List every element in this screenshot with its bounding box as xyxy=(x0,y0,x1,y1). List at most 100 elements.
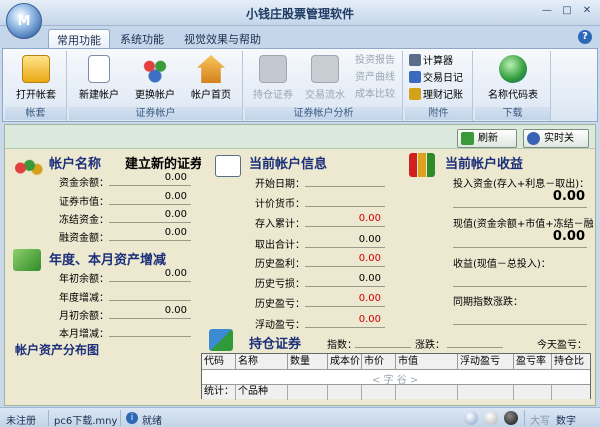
account-name-value: 建立新的证券 xyxy=(125,157,201,172)
underline xyxy=(305,266,385,267)
label-withdrawals-total: 取出合计： xyxy=(255,240,305,251)
switch-account-button[interactable]: 更换帐户 xyxy=(127,54,183,104)
yearly-change-title: 年度、本月资产增减 xyxy=(49,253,167,268)
tab-visual-help[interactable]: 视觉效果与帮助 xyxy=(176,29,269,48)
label-today-pnl: 今天盈亏： xyxy=(537,340,587,351)
invest-report-button[interactable]: 投资报告 xyxy=(355,54,395,68)
label-index-change: 同期指数涨跌： xyxy=(453,297,523,308)
holdings-table-footer: 统计： 个品种 xyxy=(202,384,590,400)
tab-common[interactable]: 常用功能 xyxy=(48,29,110,48)
theme-silver-icon[interactable] xyxy=(484,411,498,425)
open-set-button[interactable]: 打开帐套 xyxy=(8,54,64,104)
status-separator xyxy=(524,410,525,426)
orb-letter: M xyxy=(17,13,31,29)
holdings-button[interactable]: 持仓证券 xyxy=(245,54,301,104)
label-month-start: 月初余额： xyxy=(59,311,109,322)
account-name-title: 帐户名称 xyxy=(49,157,102,172)
value-cash-balance: 0.00 xyxy=(164,172,187,183)
name-code-table-button[interactable]: 名称代码表 xyxy=(479,54,547,104)
footer-cell xyxy=(458,385,514,400)
bar-chart-icon xyxy=(409,153,435,177)
theme-blue-icon[interactable] xyxy=(464,411,478,425)
maximize-button[interactable]: □ xyxy=(558,3,576,19)
close-button[interactable]: ✕ xyxy=(578,3,596,19)
refresh-button[interactable]: 刷新 xyxy=(457,129,517,148)
holdings-table[interactable]: 代码 名称 数量 成本价 市价 市值 浮动盈亏 盈亏率 持仓比 < 字 谷 > … xyxy=(201,353,591,400)
group-label-download: 下载 xyxy=(475,107,550,120)
ribbon: 打开帐套 帐套 新建帐户 更换帐户 帐户首页 证券帐户 持仓证券 交易流水 投资… xyxy=(2,48,598,122)
account-home-button[interactable]: 帐户首页 xyxy=(183,54,239,104)
underline xyxy=(453,247,587,248)
underline xyxy=(109,318,191,319)
help-icon[interactable]: ? xyxy=(578,30,592,44)
underline xyxy=(305,286,385,287)
realtime-label: 实时关 xyxy=(544,133,574,144)
new-account-button[interactable]: 新建帐户 xyxy=(71,54,127,104)
col-code[interactable]: 代码 xyxy=(202,354,236,370)
col-market-value[interactable]: 市值 xyxy=(396,354,458,370)
group-label-account-set: 帐套 xyxy=(5,107,66,120)
col-position-ratio[interactable]: 持仓比 xyxy=(552,354,590,370)
value-frozen-funds: 0.00 xyxy=(164,209,187,220)
group-account-set: 打开帐套 帐套 xyxy=(5,51,67,121)
underline xyxy=(109,222,191,223)
underline xyxy=(305,327,385,328)
col-cost-price[interactable]: 成本价 xyxy=(328,354,362,370)
income-title: 当前帐户收益 xyxy=(445,157,524,172)
col-name[interactable]: 名称 xyxy=(236,354,288,370)
ribbon-tabs: 常用功能 系统功能 视觉效果与帮助 xyxy=(0,26,600,48)
status-separator xyxy=(48,410,49,426)
holdings-label: 持仓证券 xyxy=(253,90,293,101)
group-download: 名称代码表 下载 xyxy=(475,51,551,121)
refresh-icon xyxy=(461,132,474,145)
calculator-label: 计算器 xyxy=(423,56,453,67)
trade-diary-button[interactable]: 交易日记 xyxy=(409,71,463,85)
label-floating-pnl: 浮动盈亏： xyxy=(255,320,305,331)
value-market-value: 0.00 xyxy=(164,191,187,202)
status-num: 数字 xyxy=(556,416,576,427)
cubes-icon xyxy=(209,329,233,351)
window-title: 小钱庄股票管理软件 xyxy=(245,7,354,21)
value-withdrawals-total: 0.00 xyxy=(358,234,381,245)
current-info-title: 当前帐户信息 xyxy=(249,157,328,172)
label-margin-amount: 融资金额： xyxy=(59,233,109,244)
app-menu-orb[interactable]: M xyxy=(6,3,42,39)
label-historical-loss: 历史亏损： xyxy=(255,279,305,290)
value-invested: 0.00 xyxy=(552,189,585,204)
open-set-label: 打开帐套 xyxy=(16,90,56,101)
theme-black-icon[interactable] xyxy=(504,411,518,425)
underline xyxy=(109,204,191,205)
status-separator xyxy=(120,410,121,426)
cost-compare-button[interactable]: 成本比较 xyxy=(355,88,395,102)
col-floating-pnl[interactable]: 浮动盈亏 xyxy=(458,354,514,370)
minimize-button[interactable]: — xyxy=(538,3,556,19)
status-bar: 未注册 pc6下载.mny i 就绪 大写 数字 xyxy=(0,407,600,427)
underline xyxy=(109,336,191,337)
trade-flow-button[interactable]: 交易流水 xyxy=(297,54,353,104)
status-file: pc6下载.mny xyxy=(54,416,118,427)
value-present-value: 0.00 xyxy=(552,229,585,244)
group-label-attachments: 附件 xyxy=(405,107,472,120)
cost-compare-label: 成本比较 xyxy=(355,89,395,100)
finance-notes-button[interactable]: 理财记账 xyxy=(409,88,463,102)
folder-icon xyxy=(22,55,50,83)
id-card-icon xyxy=(215,155,241,177)
asset-curve-button[interactable]: 资产曲线 xyxy=(355,71,395,85)
label-cash-balance: 资金余额： xyxy=(59,178,109,189)
title-bar: 小钱庄股票管理软件 — □ ✕ xyxy=(0,0,600,26)
group-securities-analysis: 持仓证券 交易流水 投资报告 资产曲线 成本比较 证券帐户分析 xyxy=(245,51,403,121)
refresh-label: 刷新 xyxy=(478,133,498,144)
col-quantity[interactable]: 数量 xyxy=(288,354,328,370)
tab-system[interactable]: 系统功能 xyxy=(112,29,172,48)
underline xyxy=(453,286,587,287)
col-market-price[interactable]: 市价 xyxy=(362,354,396,370)
label-month-change: 本月增减： xyxy=(59,329,109,340)
footer-cell xyxy=(552,385,590,400)
account-home-label: 帐户首页 xyxy=(191,90,231,101)
calculator-button[interactable]: 计算器 xyxy=(409,54,453,68)
group-securities-account: 新建帐户 更换帐户 帐户首页 证券帐户 xyxy=(69,51,243,121)
underline xyxy=(109,185,191,186)
col-pnl-rate[interactable]: 盈亏率 xyxy=(514,354,552,370)
realtime-toggle-button[interactable]: 实时关 xyxy=(523,129,589,148)
users-icon xyxy=(141,55,169,83)
